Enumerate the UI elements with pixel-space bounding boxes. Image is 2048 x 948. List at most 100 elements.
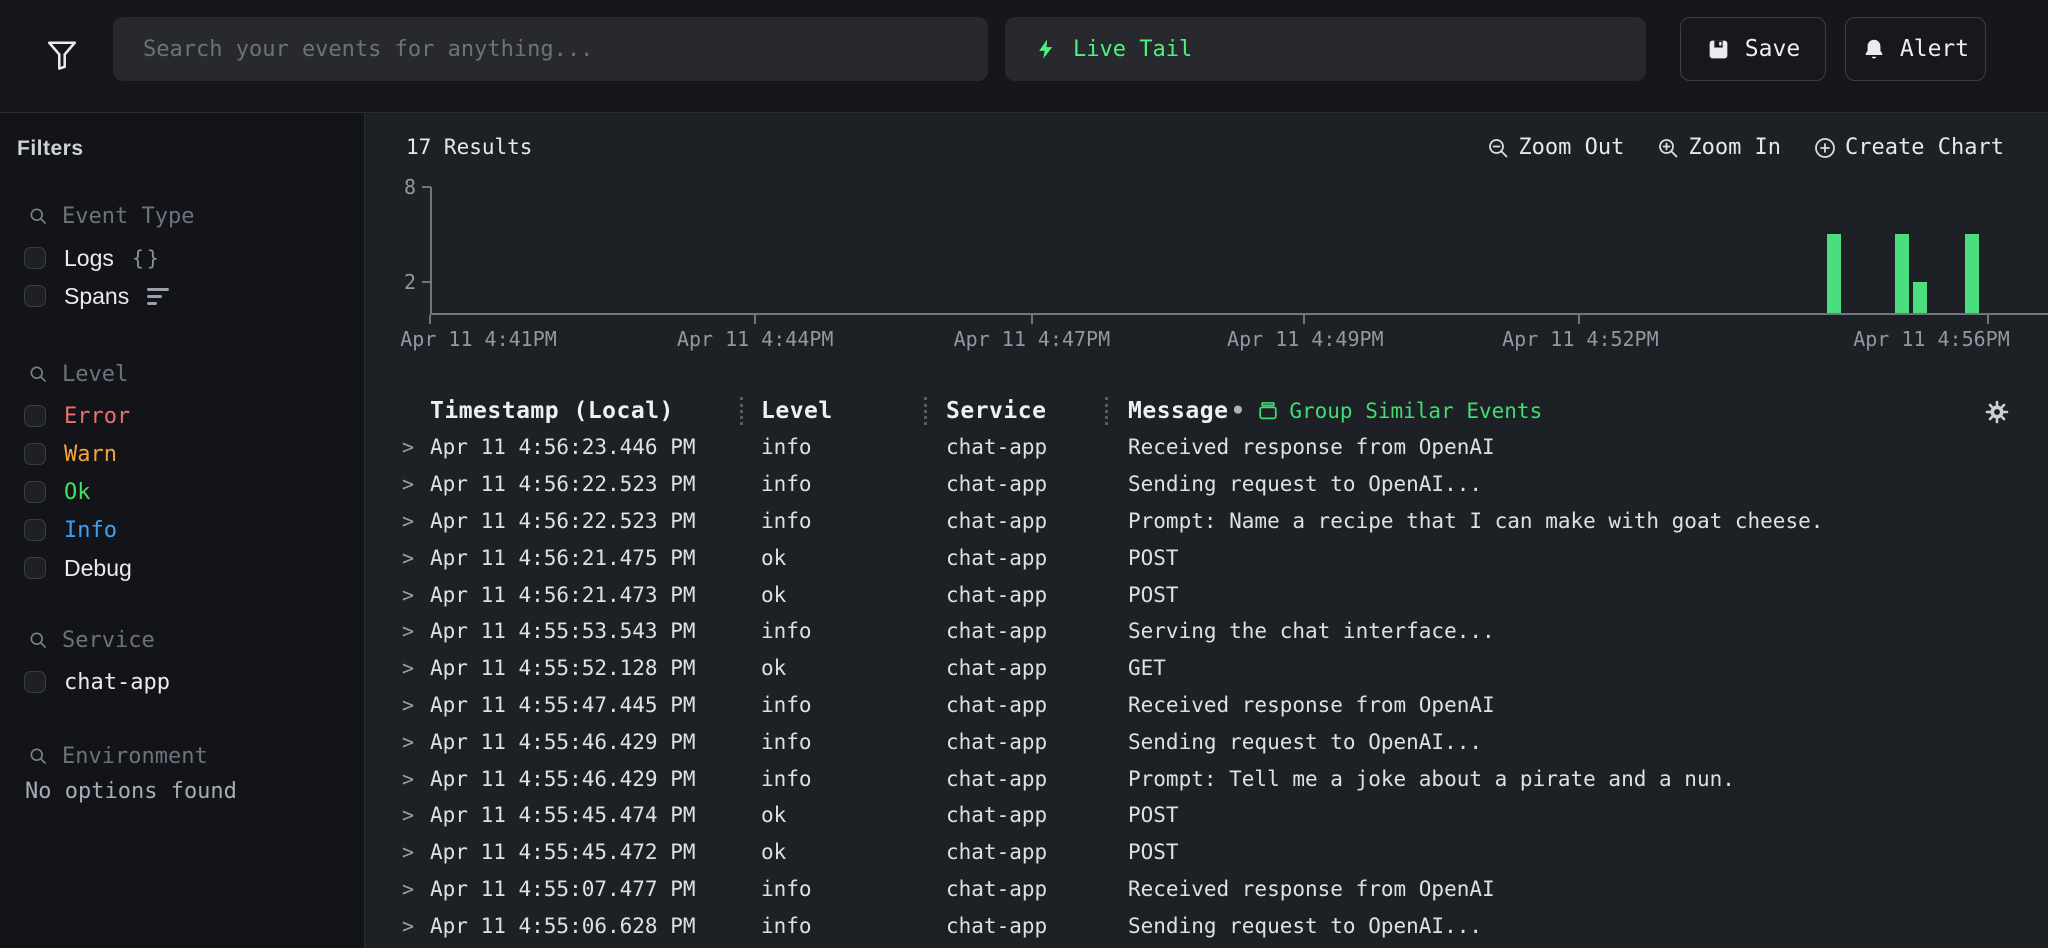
- row-expand-chevron-icon[interactable]: >: [402, 803, 430, 827]
- checkbox[interactable]: [24, 519, 46, 541]
- message-header-extra: • Group Similar Events: [1231, 398, 1542, 424]
- cell-service: chat-app: [946, 840, 1128, 864]
- cell-service: chat-app: [946, 656, 1128, 680]
- environment-section: Environment: [0, 741, 364, 771]
- row-expand-chevron-icon[interactable]: >: [402, 877, 430, 901]
- column-separator[interactable]: [924, 397, 927, 425]
- y-axis-tick-label: 2: [380, 270, 416, 294]
- y-axis-tick: [422, 186, 431, 188]
- row-expand-chevron-icon[interactable]: >: [402, 730, 430, 754]
- column-separator[interactable]: [740, 397, 743, 425]
- event-row[interactable]: >Apr 11 4:55:47.445 PMinfochat-appReceiv…: [366, 687, 2048, 724]
- event-row[interactable]: >Apr 11 4:55:06.628 PMinfochat-appSendin…: [366, 907, 2048, 944]
- cell-level: ok: [761, 803, 946, 827]
- checkbox[interactable]: [24, 481, 46, 503]
- cell-level: info: [761, 619, 946, 643]
- cell-service: chat-app: [946, 693, 1128, 717]
- environment-search[interactable]: Environment: [0, 741, 364, 771]
- cell-level: info: [761, 472, 946, 496]
- service-options: chat-app: [0, 663, 364, 701]
- live-tail-toggle[interactable]: Live Tail: [1005, 17, 1646, 81]
- event-row[interactable]: >Apr 11 4:56:22.523 PMinfochat-appSendin…: [366, 466, 2048, 503]
- histogram-bar[interactable]: [1965, 234, 1979, 313]
- histogram-bar[interactable]: [1895, 234, 1909, 313]
- event-row[interactable]: >Apr 11 4:55:46.429 PMinfochat-appPrompt…: [366, 760, 2048, 797]
- row-expand-chevron-icon[interactable]: >: [402, 693, 430, 717]
- event-row[interactable]: >Apr 11 4:55:45.472 PMokchat-appPOST: [366, 834, 2048, 871]
- event-row[interactable]: >Apr 11 4:56:22.523 PMinfochat-appPrompt…: [366, 503, 2048, 540]
- x-axis-tick: [1031, 315, 1033, 324]
- cell-timestamp: Apr 11 4:55:53.543 PM: [430, 619, 761, 643]
- alert-button[interactable]: Alert: [1845, 17, 1986, 81]
- cell-message: POST: [1128, 583, 2048, 607]
- filter-option-error[interactable]: Error: [0, 397, 364, 435]
- col-header-timestamp: Timestamp (Local): [430, 398, 674, 424]
- filter-option-debug[interactable]: Debug: [0, 549, 364, 587]
- event-row[interactable]: >Apr 11 4:55:53.543 PMinfochat-appServin…: [366, 613, 2048, 650]
- row-expand-chevron-icon[interactable]: >: [402, 656, 430, 680]
- cell-timestamp: Apr 11 4:55:06.628 PM: [430, 914, 761, 938]
- archive-box-icon: [1257, 400, 1279, 422]
- filter-option-warn[interactable]: Warn: [0, 435, 364, 473]
- histogram-bar[interactable]: [1913, 282, 1927, 314]
- row-expand-chevron-icon[interactable]: >: [402, 840, 430, 864]
- cell-service: chat-app: [946, 509, 1128, 533]
- cell-message: Sending request to OpenAI...: [1128, 730, 2048, 754]
- cell-level: info: [761, 877, 946, 901]
- filters-sidebar: Filters Event Type Logs{}Spans Level Err…: [0, 113, 365, 948]
- event-row[interactable]: >Apr 11 4:55:46.429 PMinfochat-appSendin…: [366, 723, 2048, 760]
- y-axis-line: [430, 187, 432, 314]
- checkbox[interactable]: [24, 557, 46, 579]
- checkbox[interactable]: [24, 285, 46, 307]
- service-search[interactable]: Service: [0, 625, 364, 655]
- event-row[interactable]: >Apr 11 4:56:23.446 PMinfochat-appReceiv…: [366, 429, 2048, 466]
- event-row[interactable]: >Apr 11 4:55:52.128 PMokchat-appGET: [366, 650, 2048, 687]
- main-panel: 17 Results Zoom Out Zoom In: [366, 113, 2048, 948]
- save-button[interactable]: Save: [1680, 17, 1826, 81]
- checkbox[interactable]: [24, 443, 46, 465]
- x-axis-tick: [1578, 315, 1580, 324]
- cell-message: Sending request to OpenAI...: [1128, 914, 2048, 938]
- row-expand-chevron-icon[interactable]: >: [402, 435, 430, 459]
- column-separator[interactable]: [1105, 397, 1108, 425]
- cell-service: chat-app: [946, 583, 1128, 607]
- x-axis-tick-label: Apr 11 4:44PM: [655, 327, 855, 351]
- cell-level: info: [761, 509, 946, 533]
- table-header: Timestamp (Local) Level Service Message …: [366, 393, 2048, 433]
- row-expand-chevron-icon[interactable]: >: [402, 509, 430, 533]
- alert-label: Alert: [1900, 36, 1969, 62]
- cell-timestamp: Apr 11 4:56:21.475 PM: [430, 546, 761, 570]
- filter-funnel-button[interactable]: [36, 24, 88, 84]
- filter-option-ok[interactable]: Ok: [0, 473, 364, 511]
- checkbox[interactable]: [24, 671, 46, 693]
- event-type-search[interactable]: Event Type: [0, 201, 364, 231]
- row-expand-chevron-icon[interactable]: >: [402, 472, 430, 496]
- histogram-bar[interactable]: [1827, 234, 1841, 313]
- filter-option-info[interactable]: Info: [0, 511, 364, 549]
- checkbox[interactable]: [24, 247, 46, 269]
- row-expand-chevron-icon[interactable]: >: [402, 546, 430, 570]
- table-settings-gear-button[interactable]: [1984, 399, 2010, 425]
- event-row[interactable]: >Apr 11 4:56:21.475 PMokchat-appPOST: [366, 539, 2048, 576]
- filter-option-logs[interactable]: Logs{}: [0, 239, 364, 277]
- filter-option-spans[interactable]: Spans: [0, 277, 364, 315]
- event-row[interactable]: >Apr 11 4:55:07.477 PMinfochat-appReceiv…: [366, 871, 2048, 908]
- x-axis-tick-label: Apr 11 4:49PM: [1205, 327, 1405, 351]
- event-row[interactable]: >Apr 11 4:56:21.473 PMokchat-appPOST: [366, 576, 2048, 613]
- search-input[interactable]: [113, 17, 988, 81]
- row-expand-chevron-icon[interactable]: >: [402, 914, 430, 938]
- level-search[interactable]: Level: [0, 359, 364, 389]
- row-expand-chevron-icon[interactable]: >: [402, 619, 430, 643]
- cell-message: Sending request to OpenAI...: [1128, 472, 2048, 496]
- cell-service: chat-app: [946, 767, 1128, 791]
- row-expand-chevron-icon[interactable]: >: [402, 767, 430, 791]
- x-axis-tick-label: Apr 11 4:47PM: [932, 327, 1132, 351]
- level-section: Level ErrorWarnOkInfoDebug: [0, 359, 364, 587]
- event-row[interactable]: >Apr 11 4:55:45.474 PMokchat-appPOST: [366, 797, 2048, 834]
- group-similar-events-button[interactable]: Group Similar Events: [1257, 399, 1542, 423]
- cell-message: Received response from OpenAI: [1128, 877, 2048, 901]
- checkbox[interactable]: [24, 405, 46, 427]
- filter-option-chat-app[interactable]: chat-app: [0, 663, 364, 701]
- cell-level: info: [761, 730, 946, 754]
- row-expand-chevron-icon[interactable]: >: [402, 583, 430, 607]
